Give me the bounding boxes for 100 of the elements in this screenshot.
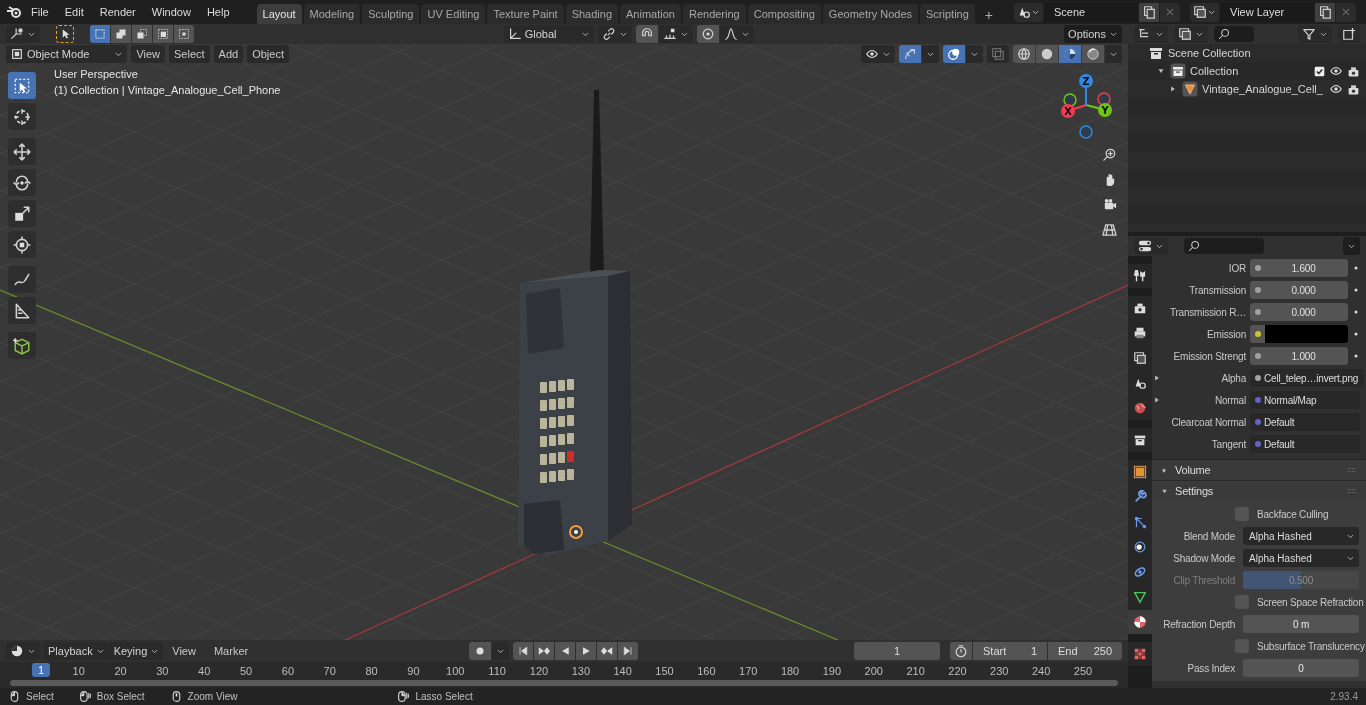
- menu-item[interactable]: Edit: [57, 3, 91, 21]
- menu-dropdown[interactable]: Keying: [109, 642, 164, 660]
- orientation-dropdown[interactable]: Global: [503, 25, 595, 43]
- toggle-button[interactable]: [899, 45, 921, 63]
- filter-button[interactable]: [1298, 25, 1332, 43]
- menu-item[interactable]: Select: [169, 45, 210, 63]
- value-field[interactable]: Normal/Map: [1250, 391, 1360, 409]
- dropdown-field[interactable]: Alpha Hashed: [1243, 549, 1359, 567]
- tool-button[interactable]: [8, 297, 36, 324]
- snap-toggle[interactable]: [636, 25, 659, 43]
- duplicate-button[interactable]: [1139, 2, 1159, 22]
- eye-icon[interactable]: [1329, 64, 1343, 78]
- playback-button[interactable]: [576, 642, 597, 660]
- menu-item[interactable]: View: [131, 45, 166, 63]
- color-field[interactable]: [1250, 325, 1348, 343]
- socket-dot[interactable]: [1255, 331, 1261, 337]
- workspace-tab[interactable]: Modeling: [303, 4, 361, 24]
- workspace-tab[interactable]: Geometry Nodes: [822, 4, 918, 24]
- playback-button[interactable]: [513, 642, 534, 660]
- keyframe-dot-icon[interactable]: [1352, 308, 1360, 316]
- visibility-button[interactable]: [861, 45, 895, 63]
- number-field[interactable]: 0 m: [1243, 615, 1359, 633]
- scene-name-field[interactable]: Scene: [1044, 2, 1138, 22]
- tool-button[interactable]: [8, 231, 36, 258]
- shading-button[interactable]: [1059, 45, 1081, 63]
- socket-dot[interactable]: [1255, 441, 1261, 447]
- menu-item[interactable]: View: [167, 642, 201, 660]
- select-mode-button[interactable]: [174, 25, 194, 43]
- mode-dropdown[interactable]: Object Mode: [6, 45, 128, 63]
- outliner-item[interactable]: Collection: [1128, 62, 1366, 80]
- eye-icon[interactable]: [1329, 82, 1343, 96]
- workspace-tab[interactable]: Sculpting: [362, 4, 420, 24]
- view-layer-button[interactable]: [1174, 25, 1208, 43]
- editor-type-button[interactable]: [1134, 237, 1168, 255]
- shading-button[interactable]: [1082, 45, 1104, 63]
- playback-button[interactable]: [555, 642, 576, 660]
- workspace-tab[interactable]: Animation: [620, 4, 681, 24]
- active-tool-button[interactable]: [56, 25, 74, 43]
- pivot-point-button[interactable]: [598, 25, 633, 43]
- tool-button[interactable]: [8, 266, 36, 293]
- menu-item[interactable]: Object: [247, 45, 289, 63]
- keyframe-dot-icon[interactable]: [1352, 264, 1360, 272]
- auto-keying-toggle[interactable]: [469, 642, 492, 660]
- workspace-tab[interactable]: Texture Paint: [487, 4, 564, 24]
- display-mode-button[interactable]: [1134, 25, 1168, 43]
- menu-item[interactable]: Render: [92, 3, 143, 21]
- value-field[interactable]: Cell_telep…invert.png: [1250, 369, 1365, 387]
- new-collection-button[interactable]: [1338, 25, 1360, 43]
- camera-icon[interactable]: [1347, 64, 1360, 78]
- select-mode-button[interactable]: [90, 25, 110, 43]
- value-field[interactable]: 0.000: [1250, 303, 1348, 321]
- preview-range-button[interactable]: [950, 642, 972, 660]
- dropdown-field[interactable]: Alpha Hashed: [1243, 527, 1359, 545]
- menu-item[interactable]: File: [24, 3, 56, 21]
- proportional-edit-button[interactable]: [697, 25, 720, 43]
- workspace-tab[interactable]: Compositing: [747, 4, 821, 24]
- tool-button[interactable]: [8, 72, 36, 99]
- playback-button[interactable]: [618, 642, 639, 660]
- tool-button[interactable]: [8, 138, 36, 165]
- socket-dot[interactable]: [1255, 375, 1261, 381]
- socket-dot[interactable]: [1255, 419, 1261, 425]
- workspace-tab[interactable]: Scripting: [920, 4, 975, 24]
- tool-button[interactable]: [8, 169, 36, 196]
- current-frame-field[interactable]: 1: [854, 642, 940, 660]
- select-mode-button[interactable]: [153, 25, 173, 43]
- socket-dot[interactable]: [1255, 309, 1261, 315]
- shading-button[interactable]: [1013, 45, 1035, 63]
- workspace-tab[interactable]: UV Editing: [421, 4, 486, 24]
- properties-tab[interactable]: [1128, 610, 1152, 634]
- tool-button[interactable]: [8, 200, 36, 227]
- playback-button[interactable]: [534, 642, 555, 660]
- keyframe-dot-icon[interactable]: [1352, 352, 1360, 360]
- color-swatch[interactable]: [1265, 325, 1348, 343]
- selector-type-button[interactable]: [1190, 2, 1219, 22]
- keyframe-dot-icon[interactable]: [1352, 286, 1360, 294]
- menu-item[interactable]: Window: [144, 3, 198, 21]
- add-workspace-button[interactable]: +: [978, 6, 999, 24]
- selector-type-button[interactable]: [1014, 2, 1043, 22]
- panel-header[interactable]: Volume: [1152, 459, 1366, 480]
- value-field[interactable]: Default: [1250, 413, 1360, 431]
- search-field[interactable]: [1184, 238, 1264, 254]
- view-layer-field[interactable]: View Layer: [1220, 2, 1314, 22]
- menu-item[interactable]: Add: [213, 45, 244, 63]
- search-field[interactable]: [1214, 26, 1254, 42]
- menu-item[interactable]: Marker: [208, 642, 254, 660]
- workspace-tab[interactable]: Layout: [256, 4, 302, 24]
- socket-dot[interactable]: [1255, 287, 1261, 293]
- value-field[interactable]: 1.600: [1250, 259, 1348, 277]
- value-field[interactable]: 1.000: [1250, 347, 1348, 365]
- editor-type-button[interactable]: [6, 25, 40, 43]
- select-mode-button[interactable]: [111, 25, 131, 43]
- toggle-button[interactable]: [943, 45, 965, 63]
- shading-button[interactable]: [1036, 45, 1058, 63]
- tool-button[interactable]: [8, 332, 36, 359]
- end-frame-field[interactable]: End 250: [1048, 642, 1122, 660]
- options-dropdown[interactable]: Options: [1064, 25, 1122, 43]
- panel-header[interactable]: Settings: [1152, 480, 1366, 501]
- keyframe-dot-icon[interactable]: [1352, 330, 1360, 338]
- start-frame-field[interactable]: Start 1: [973, 642, 1047, 660]
- timeline-scrollbar[interactable]: [10, 680, 1118, 686]
